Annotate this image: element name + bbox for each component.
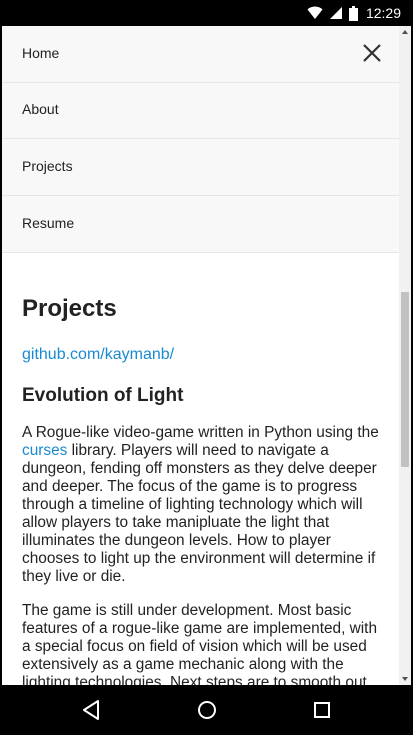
wifi-icon <box>307 6 323 19</box>
scrollbar[interactable] <box>399 26 411 685</box>
back-button[interactable] <box>77 696 105 724</box>
nav-item-home[interactable]: Home <box>2 26 399 83</box>
nav-item-label: Resume <box>22 215 75 231</box>
project-status: The game is still under development. Mos… <box>22 602 378 685</box>
signal-icon <box>329 7 342 19</box>
description-text: A Rogue-like video-game written in Pytho… <box>22 424 379 441</box>
home-button[interactable] <box>193 696 221 724</box>
nav-item-resume[interactable]: Resume <box>2 196 399 253</box>
back-icon <box>83 700 99 720</box>
battery-icon <box>348 5 358 21</box>
scrollbar-thumb[interactable] <box>401 292 409 467</box>
nav-menu: Home About Projects Resume <box>2 26 399 253</box>
nav-item-about[interactable]: About <box>2 82 399 139</box>
description-text: library. Players will need to navigate a… <box>22 442 377 585</box>
status-bar: 12:29 <box>0 0 413 26</box>
scroll-down-arrow-icon[interactable] <box>402 677 408 681</box>
status-icons: 12:29 <box>307 5 401 21</box>
section-title: Evolution of Light <box>22 385 184 406</box>
status-time: 12:29 <box>365 5 401 21</box>
recents-icon <box>314 702 330 718</box>
project-description: A Rogue-like video-game written in Pytho… <box>22 424 380 586</box>
close-icon <box>363 44 381 62</box>
nav-item-projects[interactable]: Projects <box>2 139 399 196</box>
page-title: Projects <box>22 295 117 322</box>
github-link[interactable]: github.com/kaymanb/ <box>22 346 174 364</box>
scroll-up-arrow-icon[interactable] <box>402 30 408 34</box>
close-button[interactable] <box>361 42 383 64</box>
home-icon <box>198 701 216 719</box>
nav-item-label: Projects <box>22 158 73 174</box>
nav-item-label: Home <box>22 45 60 61</box>
curses-link[interactable]: curses <box>22 442 67 459</box>
recents-button[interactable] <box>308 696 336 724</box>
browser-viewport[interactable]: Home About Projects Resume Projects gith… <box>2 26 411 685</box>
nav-item-label: About <box>22 101 59 117</box>
android-nav-bar <box>0 685 413 735</box>
